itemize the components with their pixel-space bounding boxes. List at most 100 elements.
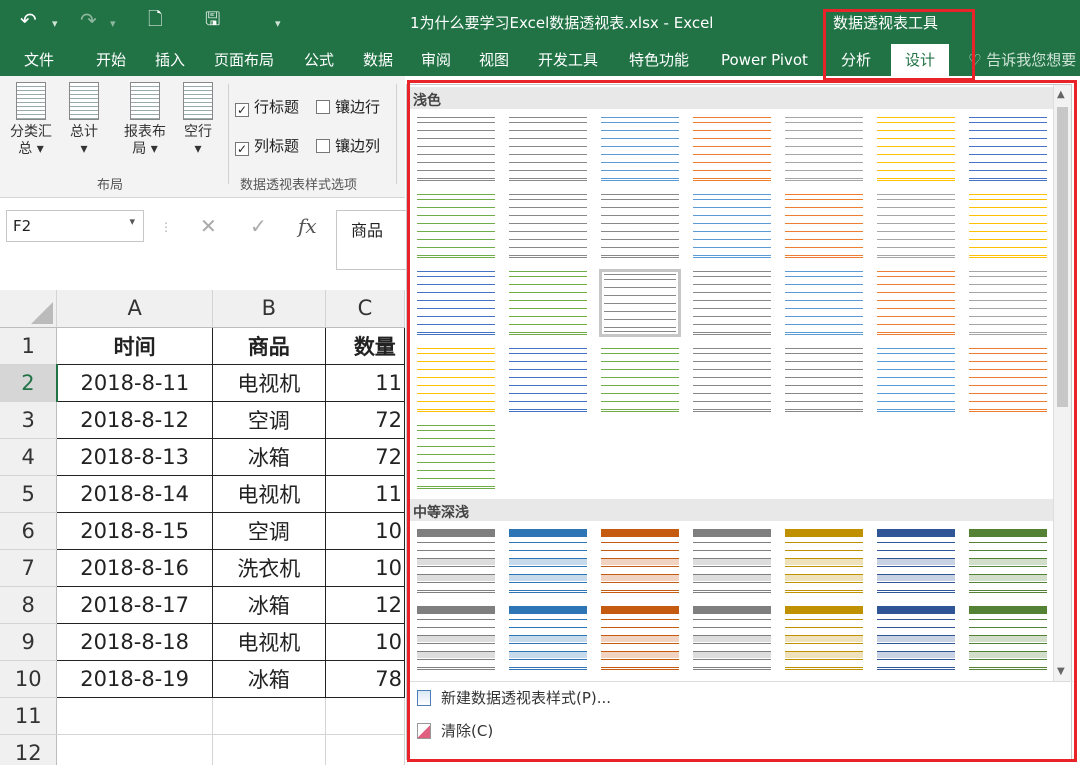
style-tile[interactable] bbox=[875, 269, 957, 337]
tab-special-features[interactable]: 特色功能 bbox=[629, 50, 689, 70]
tab-design[interactable]: 设计 bbox=[891, 44, 950, 76]
style-tile[interactable] bbox=[415, 604, 497, 672]
style-tile[interactable] bbox=[875, 346, 957, 414]
style-tile[interactable] bbox=[599, 192, 681, 260]
style-tile[interactable] bbox=[783, 527, 865, 595]
style-tile[interactable] bbox=[599, 604, 681, 672]
table-cell[interactable]: 11 bbox=[324, 363, 405, 402]
grand-totals-button[interactable]: 总计 ▾ bbox=[64, 82, 104, 158]
table-cell[interactable] bbox=[325, 697, 405, 735]
table-cell[interactable]: 10 bbox=[324, 622, 405, 661]
style-tile[interactable] bbox=[691, 527, 773, 595]
column-header-a[interactable]: A bbox=[56, 290, 213, 328]
table-cell[interactable]: 电视机 bbox=[211, 622, 326, 661]
table-cell[interactable]: 商品 bbox=[211, 326, 326, 365]
scroll-up-icon[interactable]: ▲ bbox=[1057, 89, 1065, 100]
name-box[interactable]: F2 ▾ bbox=[6, 210, 144, 242]
table-cell[interactable]: 78 bbox=[324, 659, 405, 698]
style-tile[interactable] bbox=[875, 604, 957, 672]
style-tile[interactable] bbox=[507, 346, 589, 414]
tab-view[interactable]: 视图 bbox=[479, 50, 509, 70]
style-tile[interactable] bbox=[783, 115, 865, 183]
style-tile[interactable] bbox=[599, 269, 681, 337]
insert-function-icon[interactable]: fx bbox=[298, 214, 317, 238]
style-tile[interactable] bbox=[875, 192, 957, 260]
drag-handle-icon[interactable]: ⋮ bbox=[160, 220, 172, 234]
row-header[interactable]: 5 bbox=[0, 475, 58, 513]
row-header[interactable]: 3 bbox=[0, 401, 58, 439]
table-cell[interactable]: 2018-8-18 bbox=[56, 622, 213, 661]
column-header-b[interactable]: B bbox=[212, 290, 326, 328]
style-tile[interactable] bbox=[783, 192, 865, 260]
style-tile[interactable] bbox=[507, 192, 589, 260]
row-header[interactable]: 7 bbox=[0, 549, 58, 587]
style-tile[interactable] bbox=[599, 115, 681, 183]
row-headers-checkbox[interactable]: ✓ 行标题 bbox=[235, 96, 299, 117]
tab-formulas[interactable]: 公式 bbox=[304, 50, 334, 70]
chevron-down-icon[interactable]: ▾ bbox=[129, 215, 135, 228]
tab-home[interactable]: 开始 bbox=[96, 50, 126, 70]
table-cell[interactable]: 数量 bbox=[324, 326, 405, 365]
subtotals-button[interactable]: 分类汇 总 ▾ bbox=[6, 82, 56, 158]
scroll-down-icon[interactable]: ▼ bbox=[1057, 666, 1065, 677]
row-header[interactable]: 8 bbox=[0, 586, 58, 624]
table-cell[interactable]: 电视机 bbox=[211, 474, 326, 513]
table-cell[interactable]: 冰箱 bbox=[211, 659, 326, 698]
blank-rows-button[interactable]: 空行 ▾ bbox=[178, 82, 218, 158]
table-cell[interactable]: 冰箱 bbox=[211, 585, 326, 624]
tab-insert[interactable]: 插入 bbox=[155, 50, 185, 70]
table-cell[interactable]: 2018-8-15 bbox=[56, 511, 213, 550]
table-cell[interactable]: 冰箱 bbox=[211, 437, 326, 476]
table-cell[interactable]: 2018-8-16 bbox=[56, 548, 213, 587]
table-cell[interactable]: 2018-8-11 bbox=[56, 363, 213, 402]
new-pivot-style-menu-item[interactable]: 新建数据透视表样式(P)... bbox=[417, 687, 611, 708]
style-tile[interactable] bbox=[691, 269, 773, 337]
save-icon[interactable]: 🖫 bbox=[205, 8, 220, 32]
style-tile[interactable] bbox=[691, 115, 773, 183]
redo-dropdown-icon[interactable]: ▾ bbox=[110, 12, 116, 36]
table-cell[interactable] bbox=[212, 697, 326, 735]
table-cell[interactable]: 2018-8-12 bbox=[56, 400, 213, 439]
tab-power-pivot[interactable]: Power Pivot bbox=[721, 50, 808, 70]
table-cell[interactable]: 72 bbox=[324, 400, 405, 439]
style-tile[interactable] bbox=[967, 604, 1049, 672]
style-tile[interactable] bbox=[507, 527, 589, 595]
column-header-c[interactable]: C bbox=[325, 290, 405, 328]
row-header[interactable]: 4 bbox=[0, 438, 58, 476]
style-tile[interactable] bbox=[507, 604, 589, 672]
tab-review[interactable]: 审阅 bbox=[421, 50, 451, 70]
style-tile[interactable] bbox=[507, 269, 589, 337]
customize-quick-access-icon[interactable]: ▾ bbox=[275, 12, 281, 36]
table-cell[interactable]: 时间 bbox=[56, 326, 213, 365]
redo-icon[interactable]: ↷ bbox=[80, 8, 97, 32]
style-tile[interactable] bbox=[967, 115, 1049, 183]
row-header[interactable]: 10 bbox=[0, 660, 58, 698]
style-tile[interactable] bbox=[783, 346, 865, 414]
banded-rows-checkbox[interactable]: 镶边行 bbox=[316, 96, 380, 117]
report-layout-button[interactable]: 报表布 局 ▾ bbox=[118, 82, 172, 158]
gallery-scrollbar[interactable]: ▲ ▼ bbox=[1053, 85, 1071, 681]
table-cell[interactable]: 10 bbox=[324, 548, 405, 587]
cancel-icon[interactable]: ✕ bbox=[200, 214, 217, 238]
style-tile[interactable] bbox=[415, 527, 497, 595]
style-tile[interactable] bbox=[415, 423, 497, 491]
table-cell[interactable] bbox=[212, 734, 326, 765]
style-tile[interactable] bbox=[783, 604, 865, 672]
undo-icon[interactable]: ↶ bbox=[20, 8, 37, 32]
banded-columns-checkbox[interactable]: 镶边列 bbox=[316, 135, 380, 156]
tab-data[interactable]: 数据 bbox=[363, 50, 393, 70]
tell-me-search[interactable]: ♡ 告诉我您想要 bbox=[968, 50, 1076, 70]
style-tile[interactable] bbox=[599, 346, 681, 414]
row-header[interactable]: 11 bbox=[0, 697, 58, 735]
table-cell[interactable] bbox=[56, 697, 213, 735]
row-header[interactable]: 12 bbox=[0, 734, 58, 765]
tab-developer[interactable]: 开发工具 bbox=[538, 50, 598, 70]
enter-icon[interactable]: ✓ bbox=[250, 214, 267, 238]
scrollbar-thumb[interactable] bbox=[1057, 107, 1068, 407]
table-cell[interactable]: 2018-8-19 bbox=[56, 659, 213, 698]
table-cell[interactable]: 10 bbox=[324, 511, 405, 550]
table-cell[interactable] bbox=[56, 734, 213, 765]
style-tile[interactable] bbox=[507, 115, 589, 183]
table-cell[interactable] bbox=[325, 734, 405, 765]
table-cell[interactable]: 11 bbox=[324, 474, 405, 513]
